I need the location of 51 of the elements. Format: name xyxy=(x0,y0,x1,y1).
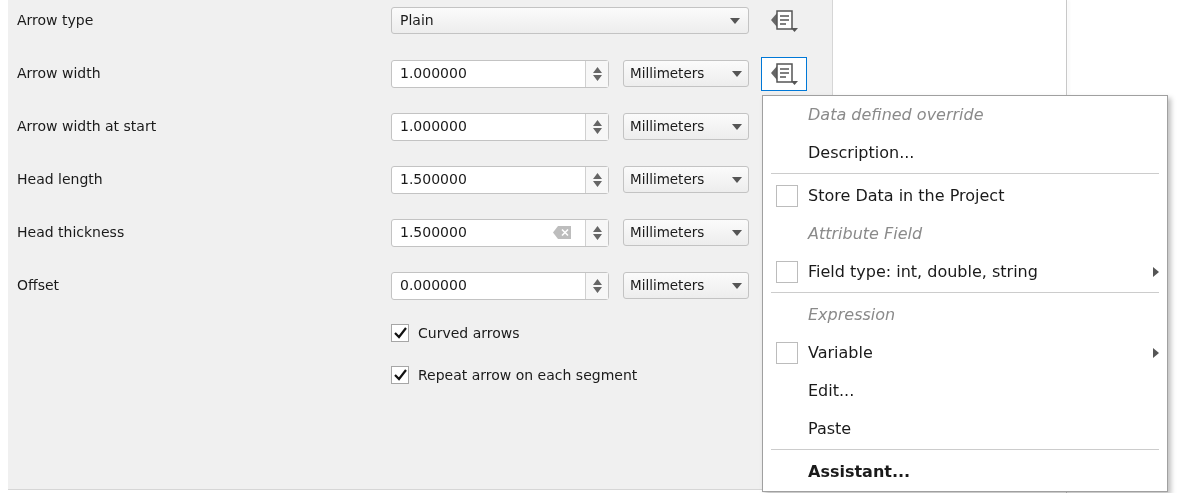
spinner-icon[interactable] xyxy=(592,172,602,187)
caret-icon xyxy=(732,123,742,130)
submenu-arrow-icon xyxy=(1153,348,1159,358)
data-override-button[interactable] xyxy=(761,56,807,91)
caret-icon xyxy=(732,229,742,236)
menu-item[interactable]: Edit... xyxy=(808,379,855,403)
menu-item[interactable]: Store Data in the Project xyxy=(808,184,1005,208)
menu-section-header: Expression xyxy=(808,304,896,326)
checkbox[interactable] xyxy=(391,366,409,384)
checkbox[interactable] xyxy=(776,261,798,283)
number-field[interactable]: 1.000000 xyxy=(391,112,609,141)
arrow-type-dropdown[interactable]: Plain xyxy=(391,7,749,34)
number-field[interactable]: 0.000000 xyxy=(391,271,609,300)
number-field[interactable]: 1.000000 xyxy=(391,59,609,88)
checkbox-label: Curved arrows xyxy=(418,323,520,343)
checkbox[interactable] xyxy=(776,185,798,207)
unit-dropdown[interactable]: Millimeters xyxy=(623,166,749,193)
caret-icon xyxy=(732,176,742,183)
spinner-icon[interactable] xyxy=(592,225,602,240)
field-label: Arrow width xyxy=(16,64,102,83)
field-label: Arrow type xyxy=(16,11,95,30)
number-field[interactable]: 1.500000 xyxy=(391,165,609,194)
list-icon xyxy=(769,60,799,87)
menu-item[interactable]: Assistant... xyxy=(808,460,911,484)
menu-section-header: Attribute Field xyxy=(808,223,923,245)
caret-icon xyxy=(732,70,742,77)
unit-dropdown[interactable]: Millimeters xyxy=(623,272,749,299)
submenu-arrow-icon xyxy=(1153,267,1159,277)
number-field[interactable]: 1.500000 xyxy=(391,218,609,247)
spinner-icon[interactable] xyxy=(592,66,602,81)
menu-section-header: Data defined override xyxy=(808,104,984,126)
menu-item[interactable]: Field type: int, double, string xyxy=(808,260,1038,284)
checkbox[interactable] xyxy=(776,342,798,364)
caret-icon xyxy=(730,17,740,24)
unit-dropdown[interactable]: Millimeters xyxy=(623,113,749,140)
spinner-icon[interactable] xyxy=(592,119,602,134)
field-label: Head thickness xyxy=(16,223,126,242)
field-label: Offset xyxy=(16,276,61,295)
clear-icon xyxy=(553,226,571,239)
menu-item[interactable]: Description... xyxy=(808,141,915,165)
list-icon xyxy=(769,7,799,34)
unit-dropdown[interactable]: Millimeters xyxy=(623,60,749,87)
caret-icon xyxy=(732,282,742,289)
checkbox[interactable] xyxy=(391,324,409,342)
menu-item[interactable]: Paste xyxy=(808,417,852,441)
field-label: Arrow width at start xyxy=(16,117,158,136)
checkbox-label: Repeat arrow on each segment xyxy=(418,365,638,385)
unit-dropdown[interactable]: Millimeters xyxy=(623,219,749,246)
spinner-icon[interactable] xyxy=(592,278,602,293)
field-label: Head length xyxy=(16,170,104,189)
menu-item[interactable]: Variable xyxy=(808,341,873,365)
